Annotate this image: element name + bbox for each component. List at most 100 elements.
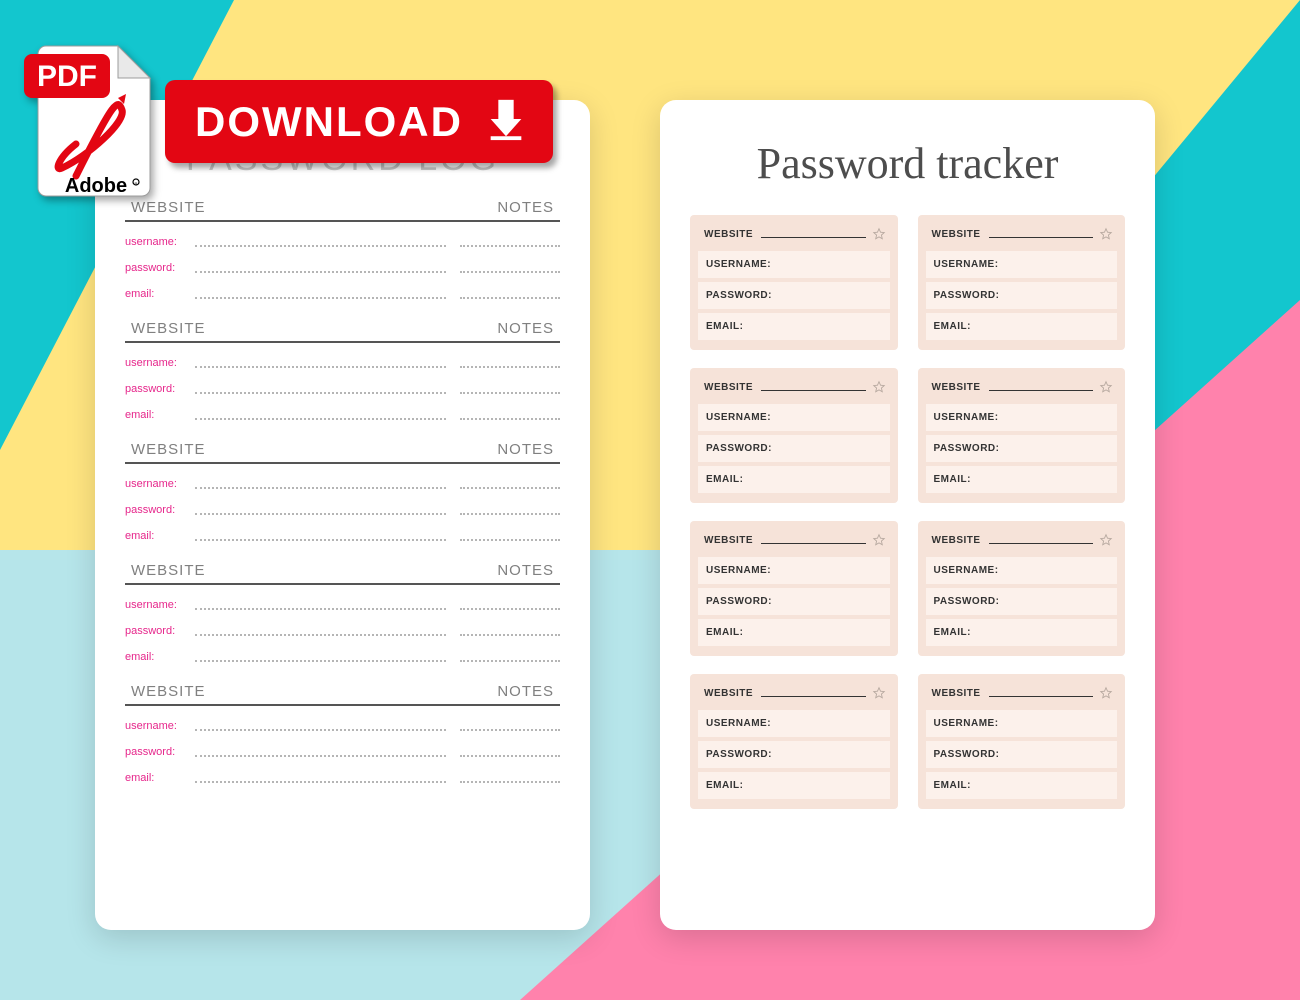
tracker-website-label: WEBSITE	[932, 535, 981, 546]
dotted-line	[195, 505, 446, 515]
underline	[761, 689, 865, 697]
log-field-label: email:	[125, 288, 195, 300]
underline	[761, 536, 865, 544]
header-notes: NOTES	[454, 320, 554, 337]
tracker-cell: WEBSITEUSERNAME:PASSWORD:EMAIL:	[918, 368, 1126, 503]
tracker-cell: WEBSITEUSERNAME:PASSWORD:EMAIL:	[690, 215, 898, 350]
download-button[interactable]: DOWNLOAD	[165, 80, 553, 163]
tracker-field: USERNAME:	[926, 710, 1118, 737]
log-entry-header: WEBSITENOTES	[125, 199, 560, 222]
tracker-website-row: WEBSITE	[698, 376, 890, 400]
tracker-field: PASSWORD:	[926, 588, 1118, 615]
log-entry-header: WEBSITENOTES	[125, 320, 560, 343]
dotted-line	[460, 289, 560, 299]
tracker-field: EMAIL:	[926, 466, 1118, 493]
dotted-line	[460, 505, 560, 515]
underline	[761, 230, 865, 238]
log-field-label: password:	[125, 262, 195, 274]
pdf-badge-text: PDF	[37, 60, 97, 93]
tracker-website-label: WEBSITE	[932, 382, 981, 393]
tracker-website-label: WEBSITE	[704, 688, 753, 699]
log-field-row: email:	[125, 409, 560, 421]
dotted-line	[195, 626, 446, 636]
dotted-line	[460, 747, 560, 757]
tracker-field: EMAIL:	[926, 772, 1118, 799]
dotted-line	[460, 531, 560, 541]
log-entry: WEBSITENOTES username: password: email:	[125, 199, 560, 300]
dotted-line	[195, 600, 446, 610]
log-field-row: username:	[125, 478, 560, 490]
password-log-card: PASSWORD LOG WEBSITENOTESusername:passwo…	[95, 100, 590, 930]
star-icon	[1099, 533, 1113, 547]
log-entry: WEBSITENOTESusername:password:email:	[125, 562, 560, 663]
underline	[989, 536, 1093, 544]
tracker-cell: WEBSITEUSERNAME:PASSWORD:EMAIL:	[918, 215, 1126, 350]
log-entry: WEBSITENOTES username: password: email:	[125, 441, 560, 542]
log-field-label: email:	[125, 772, 195, 784]
dotted-line	[195, 237, 446, 247]
header-notes: NOTES	[454, 683, 554, 700]
log-field-label: password:	[125, 625, 195, 637]
log-field-row: username:	[125, 236, 560, 248]
tracker-field: PASSWORD:	[926, 741, 1118, 768]
pdf-badge: PDF Adobe R	[18, 28, 168, 198]
log-field-row: email:	[125, 772, 560, 784]
tracker-field: USERNAME:	[926, 557, 1118, 584]
tracker-website-row: WEBSITE	[698, 529, 890, 553]
dotted-line	[460, 479, 560, 489]
dotted-line	[460, 358, 560, 368]
log-entry-header: WEBSITENOTES	[125, 441, 560, 464]
log-field-row: password:	[125, 746, 560, 758]
tracker-field: EMAIL:	[698, 619, 890, 646]
tracker-website-label: WEBSITE	[704, 382, 753, 393]
star-icon	[1099, 227, 1113, 241]
tracker-field: USERNAME:	[698, 251, 890, 278]
tracker-website-label: WEBSITE	[932, 688, 981, 699]
dotted-line	[460, 626, 560, 636]
log-field-label: email:	[125, 651, 195, 663]
dotted-line	[195, 721, 446, 731]
header-notes: NOTES	[454, 199, 554, 216]
tracker-website-row: WEBSITE	[926, 376, 1118, 400]
header-website: WEBSITE	[131, 320, 454, 337]
tracker-field: USERNAME:	[698, 710, 890, 737]
dotted-line	[195, 773, 446, 783]
star-icon	[872, 533, 886, 547]
tracker-website-label: WEBSITE	[932, 229, 981, 240]
tracker-website-label: WEBSITE	[704, 535, 753, 546]
tracker-field: PASSWORD:	[698, 282, 890, 309]
log-entry: WEBSITENOTESusername:password:email:	[125, 320, 560, 421]
dotted-line	[195, 479, 446, 489]
tracker-website-row: WEBSITE	[698, 682, 890, 706]
pdf-brand-text: Adobe	[65, 175, 127, 197]
header-website: WEBSITE	[131, 683, 454, 700]
log-field-label: username:	[125, 478, 195, 490]
tracker-field: EMAIL:	[698, 313, 890, 340]
underline	[989, 383, 1093, 391]
dotted-line	[460, 410, 560, 420]
log-entry: WEBSITENOTES username: password: email:	[125, 683, 560, 784]
dotted-line	[460, 384, 560, 394]
dotted-line	[195, 289, 446, 299]
log-field-row: password:	[125, 383, 560, 395]
tracker-field: EMAIL:	[926, 619, 1118, 646]
tracker-field: PASSWORD:	[926, 282, 1118, 309]
dotted-line	[460, 721, 560, 731]
dotted-line	[195, 531, 446, 541]
log-field-row: username:	[125, 720, 560, 732]
log-field-row: email:	[125, 651, 560, 663]
download-label: DOWNLOAD	[195, 98, 463, 146]
underline	[989, 689, 1093, 697]
log-field-row: email:	[125, 530, 560, 542]
log-field-row: username:	[125, 599, 560, 611]
log-field-label: username:	[125, 599, 195, 611]
password-tracker-card: Password tracker WEBSITEUSERNAME:PASSWOR…	[660, 100, 1155, 930]
log-field-label: username:	[125, 720, 195, 732]
star-icon	[872, 227, 886, 241]
dotted-line	[460, 263, 560, 273]
dotted-line	[195, 747, 446, 757]
tracker-field: USERNAME:	[926, 404, 1118, 431]
tracker-field: EMAIL:	[698, 772, 890, 799]
log-field-row: password:	[125, 504, 560, 516]
log-field-row: password:	[125, 262, 560, 274]
